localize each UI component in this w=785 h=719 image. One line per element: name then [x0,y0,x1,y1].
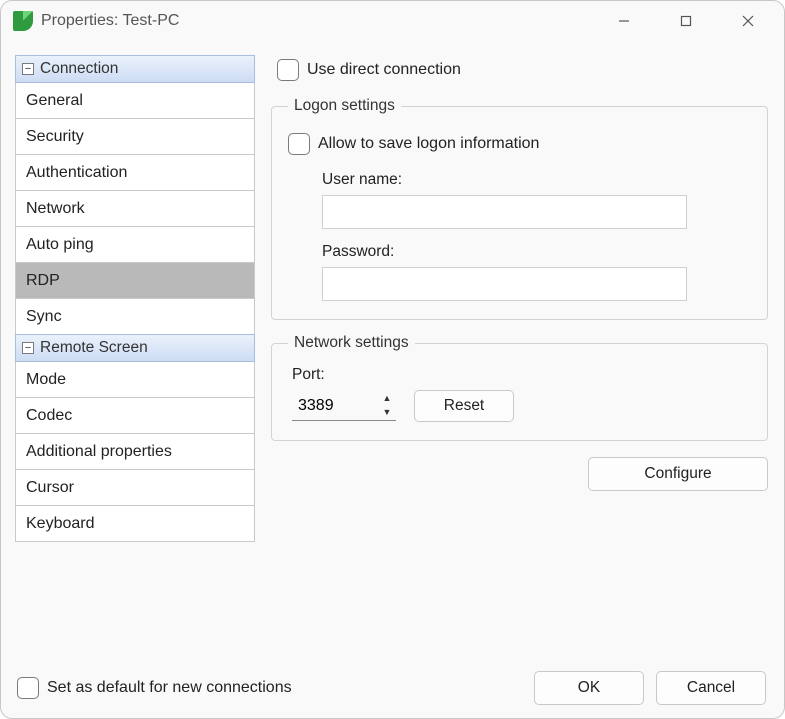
maximize-icon [679,14,693,28]
collapse-icon: − [22,342,34,354]
password-label: Password: [322,243,751,261]
sidebar-group-label: Connection [40,60,118,78]
port-spinner[interactable]: ▲ ▼ [292,391,396,421]
network-legend: Network settings [288,334,415,352]
use-direct-checkbox[interactable] [277,59,299,81]
maximize-button[interactable] [668,7,704,35]
sidebar-group-connection[interactable]: − Connection [15,55,255,83]
default-checkbox[interactable] [17,677,39,699]
close-icon [741,14,755,28]
spin-down-icon[interactable]: ▼ [378,406,396,421]
sidebar-item-security[interactable]: Security [15,119,255,155]
allow-save-label: Allow to save logon information [318,135,539,153]
logon-settings-group: Logon settings Allow to save logon infor… [271,97,768,320]
sidebar-item-rdp[interactable]: RDP [15,263,255,299]
default-label: Set as default for new connections [47,679,292,697]
sidebar-item-codec[interactable]: Codec [15,398,255,434]
main-panel: Use direct connection Logon settings All… [271,55,768,658]
port-input[interactable] [292,391,378,420]
password-input[interactable] [322,267,687,301]
ok-button[interactable]: OK [534,671,644,705]
sidebar-item-autoping[interactable]: Auto ping [15,227,255,263]
minimize-icon [617,14,631,28]
close-button[interactable] [730,7,766,35]
logon-legend: Logon settings [288,97,401,115]
footer: Set as default for new connections OK Ca… [1,658,784,718]
sidebar-item-additional-properties[interactable]: Additional properties [15,434,255,470]
username-input[interactable] [322,195,687,229]
sidebar-item-mode[interactable]: Mode [15,362,255,398]
spin-up-icon[interactable]: ▲ [378,391,396,406]
window-title: Properties: Test-PC [41,12,179,30]
sidebar-group-remotescreen[interactable]: − Remote Screen [15,334,255,362]
minimize-button[interactable] [606,7,642,35]
sidebar-item-keyboard[interactable]: Keyboard [15,506,255,542]
sidebar-group-label: Remote Screen [40,339,148,357]
app-icon [13,11,33,31]
use-direct-label: Use direct connection [307,61,461,79]
sidebar-item-cursor[interactable]: Cursor [15,470,255,506]
port-label: Port: [292,366,751,384]
network-settings-group: Network settings Port: ▲ ▼ Reset [271,334,768,441]
allow-save-checkbox[interactable] [288,133,310,155]
reset-button[interactable]: Reset [414,390,514,422]
cancel-button[interactable]: Cancel [656,671,766,705]
sidebar-item-network[interactable]: Network [15,191,255,227]
properties-window: Properties: Test-PC − Connection General… [0,0,785,719]
sidebar-item-general[interactable]: General [15,83,255,119]
sidebar-item-sync[interactable]: Sync [15,299,255,335]
username-label: User name: [322,171,751,189]
titlebar: Properties: Test-PC [1,1,784,41]
sidebar: − Connection General Security Authentica… [15,55,255,658]
sidebar-item-authentication[interactable]: Authentication [15,155,255,191]
collapse-icon: − [22,63,34,75]
configure-button[interactable]: Configure [588,457,768,491]
